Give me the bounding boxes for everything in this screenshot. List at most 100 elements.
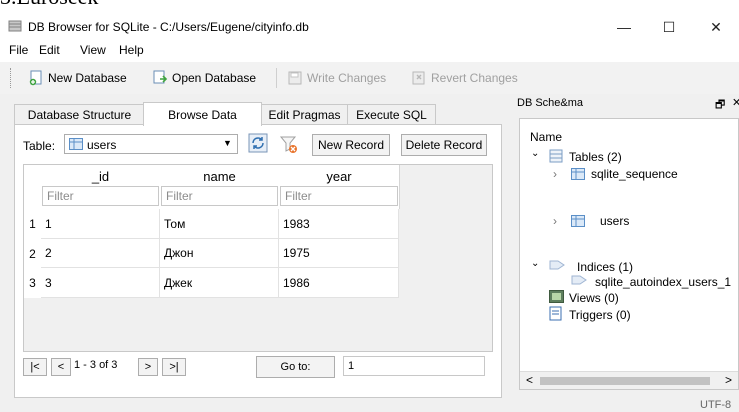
filter-input-year[interactable]: Filter (280, 186, 398, 206)
expand-chevron-icon[interactable]: › (553, 214, 557, 228)
table-select-value: users (87, 138, 117, 152)
column-header-year[interactable]: year (279, 167, 399, 185)
menu-bar: File Edit View Help (0, 40, 739, 60)
table-select[interactable]: users ▼ (64, 134, 238, 154)
window-title: DB Browser for SQLite - C:/Users/Eugene/… (28, 20, 309, 34)
grid-header: _id name year Filter Filter Filter (41, 165, 400, 209)
row-number: 2 (29, 246, 36, 261)
open-database-icon (153, 70, 168, 84)
views-node[interactable]: Views (0) (569, 291, 619, 305)
menu-view[interactable]: View (80, 43, 106, 57)
maximize-button[interactable]: ☐ (646, 14, 692, 40)
record-range-label: 1 - 3 of 3 (74, 359, 118, 371)
index-item[interactable]: sqlite_autoindex_users_1 (595, 275, 731, 289)
triggers-icon (549, 306, 562, 321)
minimize-button[interactable]: — (601, 14, 647, 40)
cell-year[interactable]: 1975 (279, 239, 399, 268)
expand-tables-chevron-icon[interactable]: ⌄ (531, 148, 539, 159)
row-number: 3 (29, 276, 36, 290)
indices-node[interactable]: Indices (1) (577, 260, 633, 274)
grid-corner (24, 165, 41, 209)
delete-record-button[interactable]: Delete Record (401, 134, 487, 156)
dock-title: DB Sche&ma (517, 97, 584, 109)
open-database-label: Open Database (172, 71, 257, 85)
cell-name[interactable]: Джек (160, 268, 279, 298)
title-bar: DB Browser for SQLite - C:/Users/Eugene/… (0, 14, 739, 40)
new-database-icon (29, 70, 42, 86)
column-header-id[interactable]: _id (41, 167, 160, 185)
revert-changes-button[interactable]: Revert Changes (411, 69, 518, 87)
table-row[interactable]: 2 2 Джон 1975 (24, 239, 399, 268)
tab-browse-data[interactable]: Browse Data (143, 102, 262, 126)
menu-file[interactable]: File (9, 43, 28, 57)
index-tag-icon (549, 260, 565, 270)
new-database-label: New Database (48, 71, 127, 85)
toolbar-separator (276, 68, 277, 88)
go-to-button[interactable]: Go to: (256, 356, 335, 378)
cell-year[interactable]: 1983 (279, 209, 399, 239)
db-schema-dock: DB Sche&ma 🗗 ✕ Name ⌄ Tables (2) › sqlit… (511, 94, 739, 396)
last-page-button[interactable]: >| (162, 358, 186, 376)
scrollbar-thumb[interactable] (540, 377, 710, 385)
revert-changes-icon (412, 71, 425, 85)
main-toolbar: New Database Open Database Write Changes… (0, 62, 739, 95)
index-tag-icon (571, 275, 587, 285)
data-grid[interactable]: _id name year Filter Filter Filter 1 1 Т… (23, 164, 493, 352)
triggers-node[interactable]: Triggers (0) (569, 308, 631, 322)
go-to-input[interactable]: 1 (343, 356, 485, 376)
tab-database-structure[interactable]: Database Structure (14, 104, 145, 125)
cut-off-heading: 3.Euroseek (0, 0, 98, 8)
scroll-right-button[interactable]: > (725, 373, 732, 387)
table-icon (571, 168, 585, 180)
tab-execute-sql[interactable]: Execute SQL (347, 104, 436, 125)
cell-id[interactable]: 1 (41, 209, 160, 239)
menu-edit[interactable]: Edit (39, 43, 60, 57)
write-changes-label: Write Changes (307, 71, 387, 85)
write-changes-icon (288, 71, 302, 85)
tables-folder-icon (549, 149, 563, 163)
toolbar-grip (10, 68, 14, 88)
new-record-button[interactable]: New Record (312, 134, 390, 156)
previous-page-button[interactable]: < (51, 358, 71, 376)
cell-id[interactable]: 2 (41, 239, 160, 268)
tables-node[interactable]: Tables (2) (569, 150, 622, 164)
name-column-header: Name (530, 130, 563, 144)
browse-data-panel: Table: users ▼ New Record Delete Record … (14, 124, 502, 398)
tab-edit-pragmas[interactable]: Edit Pragmas (260, 104, 349, 125)
write-changes-button[interactable]: Write Changes (287, 69, 386, 87)
table-item-users[interactable]: users (600, 214, 629, 228)
expand-indices-chevron-icon[interactable]: ⌄ (531, 258, 539, 269)
table-row[interactable]: 3 3 Джек 1986 (24, 268, 399, 298)
cell-name[interactable]: Джон (160, 239, 279, 268)
expand-chevron-icon[interactable]: › (553, 167, 557, 181)
table-item-sqlite-sequence[interactable]: sqlite_sequence (591, 167, 678, 181)
table-icon (69, 138, 83, 150)
column-header-name[interactable]: name (160, 167, 279, 185)
float-dock-icon[interactable]: 🗗 (715, 96, 725, 115)
table-row[interactable]: 1 1 Том 1983 (24, 209, 399, 239)
filter-input-name[interactable]: Filter (161, 186, 278, 206)
scroll-left-button[interactable]: < (526, 373, 533, 387)
filter-input-id[interactable]: Filter (42, 186, 159, 206)
close-button[interactable]: ✕ (693, 14, 739, 40)
table-icon (571, 215, 585, 227)
cell-id[interactable]: 3 (41, 268, 160, 298)
menu-help[interactable]: Help (119, 43, 144, 57)
cell-year[interactable]: 1986 (279, 268, 399, 298)
open-database-button[interactable]: Open Database (152, 69, 256, 87)
refresh-button[interactable] (248, 133, 270, 155)
schema-tree[interactable]: Name ⌄ Tables (2) › sqlite_sequence › us… (519, 118, 739, 390)
clear-filter-icon (279, 136, 297, 153)
next-page-button[interactable]: > (138, 358, 158, 376)
first-page-button[interactable]: |< (23, 358, 47, 376)
refresh-icon (248, 133, 268, 153)
horizontal-scrollbar[interactable]: < > (520, 371, 738, 389)
close-dock-icon[interactable]: ✕ (732, 96, 739, 109)
cell-name[interactable]: Том (160, 209, 279, 239)
revert-changes-label: Revert Changes (431, 71, 518, 85)
clear-filters-button[interactable] (279, 134, 301, 156)
new-database-button[interactable]: New Database (28, 69, 127, 87)
grid-body: 1 1 Том 1983 2 2 Джон 1975 3 3 Джек 1986 (24, 209, 399, 298)
database-app-icon (8, 20, 22, 32)
views-icon (549, 290, 564, 303)
